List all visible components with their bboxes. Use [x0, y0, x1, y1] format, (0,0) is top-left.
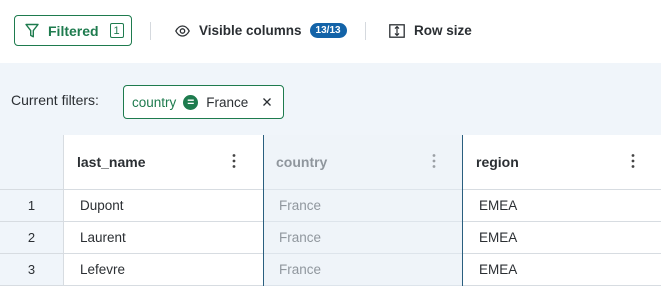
column-header-country[interactable]: country — [263, 135, 463, 190]
filter-count-badge: 1 — [109, 23, 124, 38]
kebab-menu-icon[interactable] — [429, 153, 439, 171]
row-number: 1 — [0, 190, 64, 221]
cell-last-name[interactable]: Laurent — [64, 222, 263, 253]
toolbar: Filtered 1 Visible columns 13/13 Row siz… — [0, 0, 661, 63]
table-row[interactable]: 2 Laurent France EMEA — [0, 222, 661, 254]
cell-country[interactable]: France — [263, 254, 463, 285]
column-header-label: last_name — [77, 154, 146, 170]
table-row[interactable]: 3 Lefevre France EMEA — [0, 254, 661, 286]
column-header-label: region — [476, 154, 519, 170]
cell-last-name[interactable]: Lefevre — [64, 254, 263, 285]
column-divider — [462, 135, 463, 286]
equals-icon: = — [183, 94, 199, 110]
close-icon[interactable] — [262, 97, 272, 107]
funnel-icon — [25, 23, 39, 39]
cell-country[interactable]: France — [263, 190, 463, 221]
filters-bar: Current filters: country = France — [0, 63, 661, 135]
filtered-button[interactable]: Filtered 1 — [14, 15, 132, 46]
cell-region[interactable]: EMEA — [463, 190, 661, 221]
visible-columns-label: Visible columns — [199, 23, 302, 38]
column-header-label: country — [276, 154, 328, 170]
row-number: 3 — [0, 254, 64, 285]
filter-chip[interactable]: country = France — [123, 85, 284, 119]
column-header-region[interactable]: region — [463, 135, 661, 190]
row-number-header — [0, 135, 64, 190]
row-number: 2 — [0, 222, 64, 253]
cell-country[interactable]: France — [263, 222, 463, 253]
filter-chip-value: France — [206, 94, 249, 110]
visible-columns-badge: 13/13 — [309, 23, 347, 38]
data-grid: last_name country region 1 Dupont France… — [0, 135, 661, 286]
row-size-button[interactable]: Row size — [389, 15, 472, 46]
column-divider — [263, 135, 264, 286]
visible-columns-button[interactable]: Visible columns 13/13 — [175, 15, 347, 46]
cell-region[interactable]: EMEA — [463, 222, 661, 253]
cell-last-name[interactable]: Dupont — [64, 190, 263, 221]
toolbar-divider — [365, 22, 366, 40]
filtered-label: Filtered — [48, 22, 99, 39]
kebab-menu-icon[interactable] — [229, 153, 239, 171]
cell-region[interactable]: EMEA — [463, 254, 661, 285]
toolbar-divider — [150, 22, 151, 40]
current-filters-label: Current filters: — [11, 92, 99, 108]
table-row[interactable]: 1 Dupont France EMEA — [0, 190, 661, 222]
row-height-icon — [389, 23, 405, 38]
column-header-last-name[interactable]: last_name — [64, 135, 263, 190]
kebab-menu-icon[interactable] — [628, 153, 638, 171]
filter-chip-field: country — [132, 94, 177, 110]
row-size-label: Row size — [414, 23, 472, 38]
eye-icon — [175, 24, 190, 37]
